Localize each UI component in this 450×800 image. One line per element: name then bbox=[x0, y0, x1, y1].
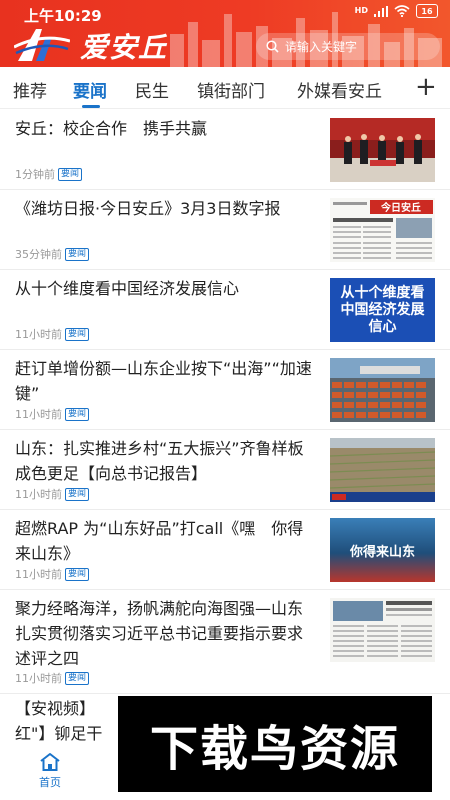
news-time: 35分钟前 bbox=[15, 248, 62, 261]
news-title-line: 红"】铆足干 bbox=[15, 724, 103, 743]
category-tabs: 推荐 要闻 民生 镇街部门 外媒看安丘 + bbox=[0, 67, 450, 109]
news-title: 从十个维度看中国经济发展信心 bbox=[15, 279, 240, 298]
news-title: 赶订单增份额—山东企业按下“出海”“加速键” bbox=[15, 359, 312, 403]
signal-icon bbox=[374, 5, 388, 17]
news-item[interactable]: 赶订单增份额—山东企业按下“出海”“加速键” 11小时前 要闻 bbox=[0, 350, 450, 430]
active-tab-indicator bbox=[82, 105, 100, 108]
news-time: 11小时前 bbox=[15, 672, 62, 685]
news-meta: 35分钟前 要闻 bbox=[15, 246, 90, 262]
thumbnail-caption: 你得来山东 bbox=[349, 544, 415, 560]
news-tag: 要闻 bbox=[65, 567, 90, 581]
add-tab-button[interactable]: + bbox=[415, 74, 437, 100]
tab-home[interactable]: 首页 bbox=[34, 752, 66, 790]
news-thumbnail: 从十个维度看中国经济发展信心 bbox=[330, 278, 435, 342]
news-time: 1分钟前 bbox=[15, 168, 55, 181]
status-bar: 上午10:29 HD 16 bbox=[0, 0, 450, 25]
news-title: 《潍坊日报·今日安丘》3月3日数字报 bbox=[15, 199, 281, 218]
news-item[interactable]: 山东：扎实推进乡村“五大振兴”齐鲁样板成色更足【向总书记报告】 11小时前 要闻 bbox=[0, 430, 450, 510]
news-meta: 11小时前 要闻 bbox=[15, 566, 90, 582]
bottom-tab-bar: 首页 bbox=[0, 748, 118, 800]
status-time: 上午10:29 bbox=[24, 7, 102, 25]
news-title: 安丘：校企合作 携手共赢 bbox=[15, 119, 208, 138]
news-time: 11小时前 bbox=[15, 408, 62, 421]
home-icon bbox=[40, 753, 60, 771]
search-box[interactable] bbox=[256, 33, 440, 60]
news-meta: 11小时前 要闻 bbox=[15, 670, 90, 686]
network-type-label: HD bbox=[354, 6, 368, 15]
news-tag: 要闻 bbox=[65, 327, 90, 341]
news-title-line: 【安视频】 bbox=[15, 699, 96, 718]
thumbnail-caption: 从十个维度看中国经济发展信心 bbox=[340, 285, 425, 335]
news-meta: 11小时前 要闻 bbox=[15, 406, 90, 422]
news-item[interactable]: 从十个维度看中国经济发展信心 11小时前 要闻 从十个维度看中国经济发展信心 bbox=[0, 270, 450, 350]
news-time: 11小时前 bbox=[15, 328, 62, 341]
tab-home-label: 首页 bbox=[39, 776, 61, 789]
news-item[interactable]: 《潍坊日报·今日安丘》3月3日数字报 35分钟前 要闻 今日安丘 bbox=[0, 190, 450, 270]
tab-recommend[interactable]: 推荐 bbox=[13, 77, 47, 102]
battery-icon: 16 bbox=[416, 4, 438, 18]
news-time: 11小时前 bbox=[15, 488, 62, 501]
app-screen: 上午10:29 HD 16 爱安丘 请输入关键字 推荐 要闻 民生 镇街部门 外… bbox=[0, 0, 450, 800]
news-thumbnail bbox=[330, 358, 435, 422]
status-icons: HD 16 bbox=[355, 4, 438, 18]
app-header: 上午10:29 HD 16 爱安丘 bbox=[0, 0, 450, 67]
news-thumbnail bbox=[330, 438, 435, 502]
app-logo-icon bbox=[14, 29, 70, 61]
news-thumbnail bbox=[330, 118, 435, 182]
news-meta: 11小时前 要闻 bbox=[15, 486, 90, 502]
news-item[interactable]: 聚力经略海洋，扬帆满舵向海图强—山东扎实贯彻落实习近平总书记重要指示要求述评之四… bbox=[0, 590, 450, 694]
news-title: 超燃RAP 为“山东好品”打call《嘿 你得来山东》 bbox=[15, 519, 304, 563]
watermark-overlay: 下载鸟资源 bbox=[118, 696, 432, 792]
news-meta: 1分钟前 要闻 bbox=[15, 166, 83, 182]
tab-livelihood[interactable]: 民生 bbox=[135, 77, 169, 102]
news-list: 安丘：校企合作 携手共赢 1分钟前 要闻 《潍坊日报·今日安丘》3月3日数字报 … bbox=[0, 110, 450, 754]
news-meta: 11小时前 要闻 bbox=[15, 326, 90, 342]
newspaper-masthead: 今日安丘 bbox=[380, 201, 421, 214]
search-icon bbox=[266, 40, 279, 53]
news-tag: 要闻 bbox=[58, 167, 83, 181]
tab-foreign-media[interactable]: 外媒看安丘 bbox=[297, 77, 382, 102]
news-title: 聚力经略海洋，扬帆满舵向海图强—山东扎实贯彻落实习近平总书记重要指示要求述评之四 bbox=[15, 599, 304, 668]
search-input[interactable] bbox=[285, 39, 435, 54]
tab-headlines[interactable]: 要闻 bbox=[73, 77, 107, 102]
news-tag: 要闻 bbox=[65, 247, 90, 261]
news-thumbnail: 今日安丘 bbox=[330, 198, 435, 262]
news-tag: 要闻 bbox=[65, 407, 90, 421]
news-time: 11小时前 bbox=[15, 568, 62, 581]
news-thumbnail: 你得来山东 bbox=[330, 518, 435, 582]
news-item[interactable]: 安丘：校企合作 携手共赢 1分钟前 要闻 bbox=[0, 110, 450, 190]
app-brand-title: 爱安丘 bbox=[80, 31, 168, 64]
news-item[interactable]: 超燃RAP 为“山东好品”打call《嘿 你得来山东》 11小时前 要闻 你得来… bbox=[0, 510, 450, 590]
news-tag: 要闻 bbox=[65, 671, 90, 685]
news-title: 山东：扎实推进乡村“五大振兴”齐鲁样板成色更足【向总书记报告】 bbox=[15, 439, 304, 483]
tab-towns-departments[interactable]: 镇街部门 bbox=[197, 77, 265, 102]
news-thumbnail bbox=[330, 598, 435, 662]
wifi-icon bbox=[394, 5, 410, 17]
news-tag: 要闻 bbox=[65, 487, 90, 501]
